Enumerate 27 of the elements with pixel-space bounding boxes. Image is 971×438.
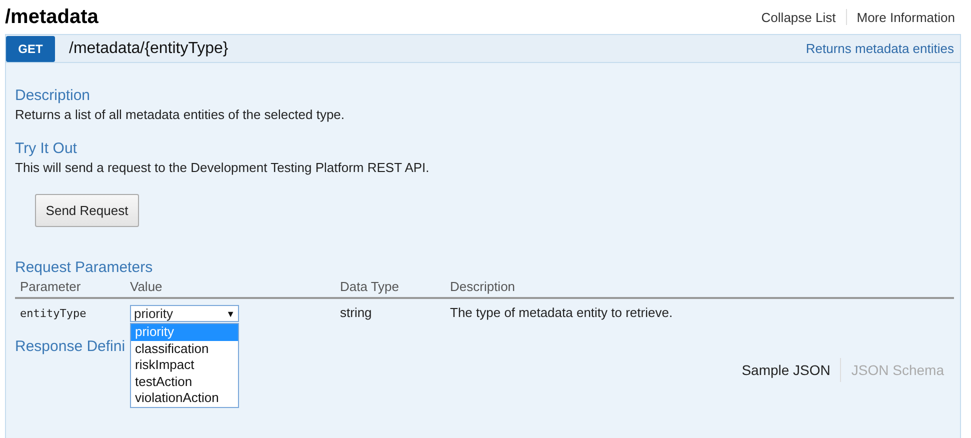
- dropdown-option[interactable]: testAction: [131, 374, 238, 390]
- section-heading: Description: [15, 87, 92, 104]
- page-title: /metadata: [5, 6, 98, 28]
- endpoint-summary[interactable]: Returns metadata entities: [806, 41, 960, 56]
- method-badge: GET: [6, 36, 55, 62]
- send-request-button[interactable]: Send Request: [35, 194, 139, 227]
- caret-icon: ▼: [226, 308, 235, 318]
- section-text: This will send a request to the Development Testing Platform REST API.: [15, 160, 430, 175]
- parameter-description: The type of metadata entity to retrieve.: [449, 304, 674, 322]
- column-header: Data Type: [339, 279, 400, 294]
- column-header: Value: [129, 279, 164, 294]
- dropdown-option[interactable]: riskImpact: [131, 357, 238, 374]
- section-text: Returns a list of all metadata entities of the selected type.: [15, 107, 346, 122]
- column-header: Description: [449, 279, 516, 294]
- section-heading: Response Defini: [15, 338, 126, 355]
- dropdown-option[interactable]: violationAction: [131, 390, 238, 406]
- section-heading: Request Parameters: [15, 259, 154, 276]
- column-header: Parameter: [19, 279, 82, 294]
- header-link[interactable]: More Information: [846, 10, 961, 24]
- section-heading: Try It Out: [15, 140, 78, 157]
- header-link[interactable]: Collapse List: [751, 10, 846, 24]
- response-tab[interactable]: Sample JSON: [732, 362, 840, 378]
- parameter-name: entityType: [19, 306, 88, 322]
- value-dropdown[interactable]: priority ▼: [130, 305, 239, 322]
- data-type: string: [339, 304, 373, 322]
- dropdown-option[interactable]: classification: [131, 340, 238, 357]
- endpoint-path: /metadata/{entityType}: [69, 40, 230, 58]
